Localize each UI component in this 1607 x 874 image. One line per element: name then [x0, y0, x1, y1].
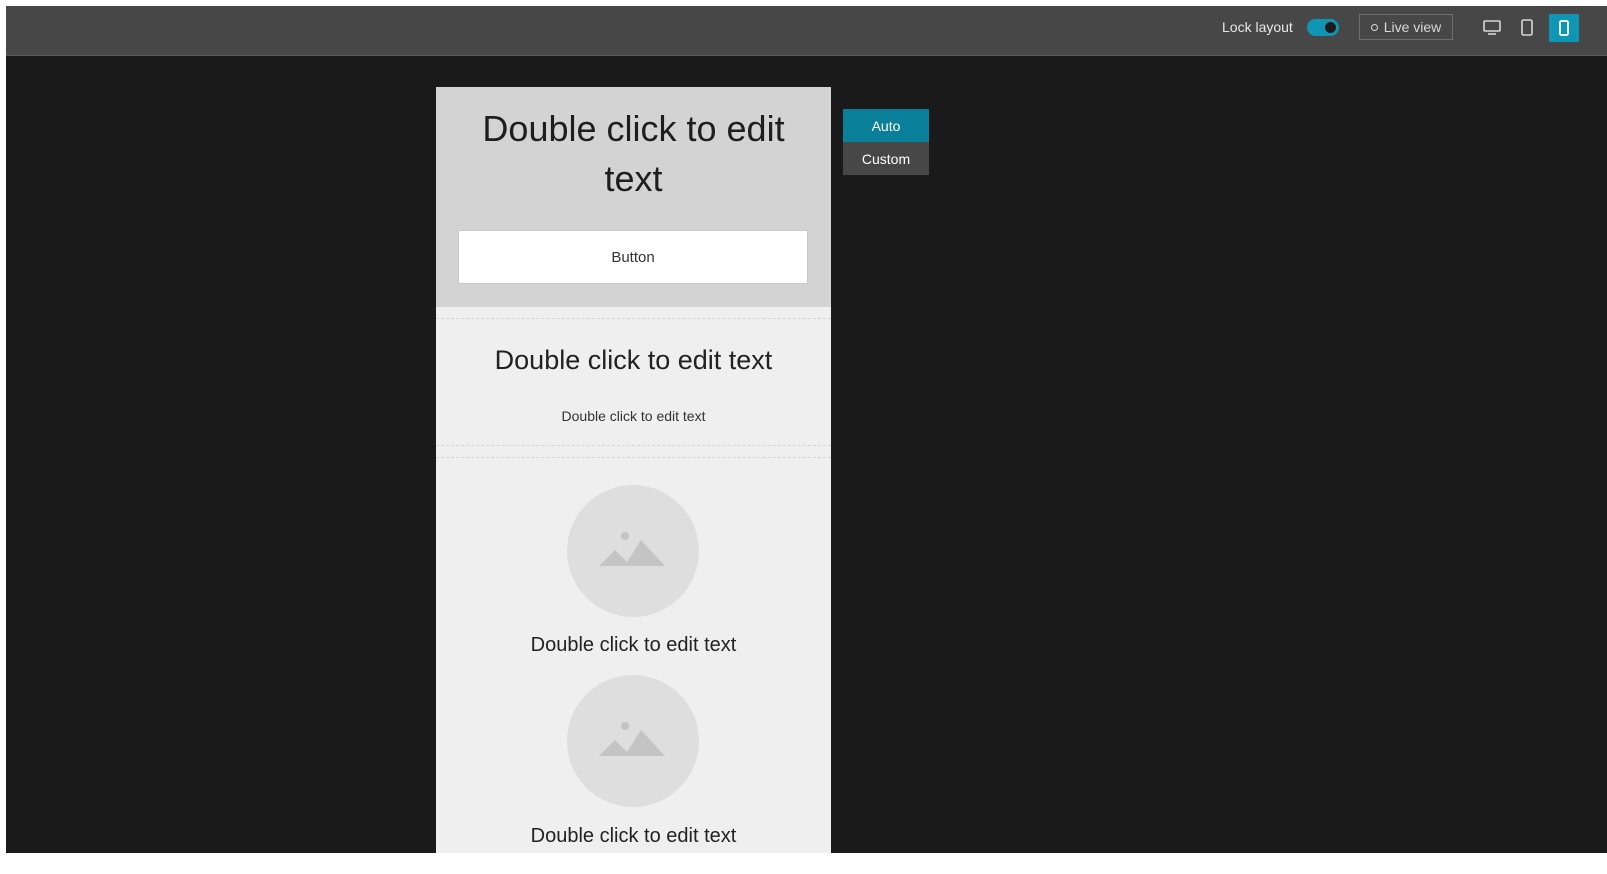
desktop-view-button[interactable] — [1478, 14, 1506, 42]
lock-layout-label: Lock layout — [1222, 19, 1293, 35]
image-placeholder-icon — [599, 722, 665, 756]
section-divider — [436, 318, 831, 319]
size-option-auto[interactable]: Auto — [843, 109, 929, 142]
desktop-icon — [1483, 20, 1501, 35]
hero-section[interactable]: Double click to edit text Button — [436, 87, 831, 307]
image-placeholder-icon — [599, 532, 665, 566]
section-subtitle[interactable]: Double click to edit text — [436, 408, 831, 424]
image-caption[interactable]: Double click to edit text — [436, 825, 831, 848]
app-window: Lock layout Live view Double click to ed… — [6, 6, 1607, 853]
top-toolbar: Lock layout Live view — [6, 6, 1607, 56]
image-placeholder[interactable] — [567, 485, 699, 617]
hero-title[interactable]: Double click to edit text — [456, 104, 811, 204]
section-divider — [436, 445, 831, 446]
image-placeholder[interactable] — [567, 675, 699, 807]
mobile-page-canvas: Double click to edit text Button Double … — [436, 87, 831, 853]
size-mode-menu: Auto Custom — [843, 109, 929, 175]
live-view-label: Live view — [1383, 19, 1442, 35]
image-caption[interactable]: Double click to edit text — [436, 634, 831, 657]
phone-icon — [1559, 20, 1569, 36]
toggle-knob — [1325, 22, 1336, 33]
phone-view-button[interactable] — [1549, 14, 1579, 42]
section-divider — [436, 457, 831, 458]
live-view-button[interactable]: Live view — [1359, 14, 1453, 40]
tablet-view-button[interactable] — [1513, 14, 1541, 42]
size-option-custom[interactable]: Custom — [843, 142, 929, 175]
section-title[interactable]: Double click to edit text — [436, 345, 831, 376]
live-view-dot-icon — [1370, 23, 1378, 31]
hero-button[interactable]: Button — [458, 230, 808, 284]
lock-layout-toggle[interactable] — [1307, 19, 1339, 36]
tablet-icon — [1521, 19, 1533, 36]
